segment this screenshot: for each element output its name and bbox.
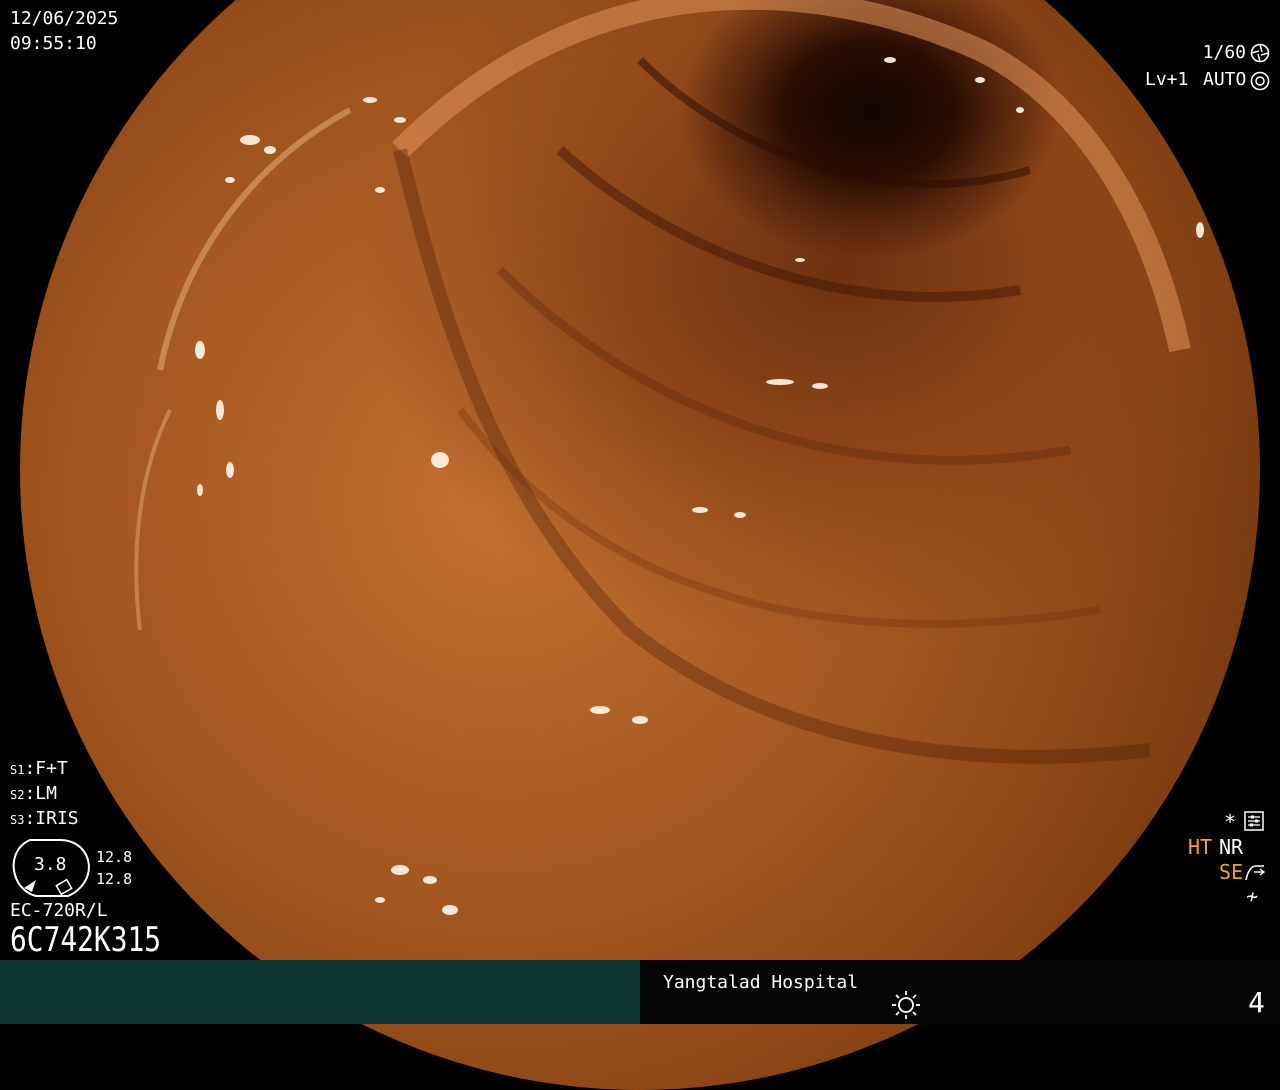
setting-s2-key: S2 (10, 788, 25, 802)
setting-s1-value: F+T (35, 758, 68, 779)
asterisk-indicator: * (1224, 810, 1237, 834)
setting-s2-value: LM (35, 783, 57, 804)
setting-s3-key: S3 (10, 813, 25, 827)
page-number: 4 (1248, 986, 1265, 1019)
nr-indicator: NR (1219, 835, 1244, 859)
setting-s3: S3:IRIS (10, 808, 79, 829)
ht-indicator: HT (1188, 835, 1213, 859)
setting-s1: S1:F+T (10, 758, 68, 779)
bending-gauge: 3.8 (10, 836, 92, 898)
exam-time: 09:55:10 (10, 33, 97, 54)
extra-mode-indicator: ≁ (1246, 884, 1259, 908)
hospital-name: Yangtalad Hospital (663, 972, 859, 993)
exam-date: 12/06/2025 (10, 8, 119, 29)
enhance-curve-icon (1244, 862, 1266, 886)
iris-auto-icon (1250, 71, 1270, 95)
setting-s3-value: IRIS (35, 808, 79, 829)
settings-panel-icon (1244, 811, 1264, 835)
endoscope-view (20, 0, 1260, 1090)
setting-s1-key: S1 (10, 763, 25, 777)
gauge-lower-value: 12.8 (96, 870, 133, 888)
setting-s2: S2:LM (10, 783, 57, 804)
light-source-icon (890, 990, 922, 1024)
brightness-level: Lv+1 (1145, 69, 1189, 90)
footer-left-panel (0, 960, 640, 1024)
shutter-speed: 1/60 (1202, 42, 1246, 63)
scope-model: EC-720R/L (10, 900, 108, 921)
mucosa-illustration (134, 0, 1204, 915)
gauge-upper-value: 12.8 (96, 848, 133, 866)
se-indicator: SE (1219, 860, 1244, 884)
aperture-icon (1250, 43, 1270, 67)
iris-mode: AUTO (1203, 69, 1247, 90)
scope-serial: 6C742K315 (10, 920, 162, 960)
gauge-center-value: 3.8 (34, 854, 67, 875)
